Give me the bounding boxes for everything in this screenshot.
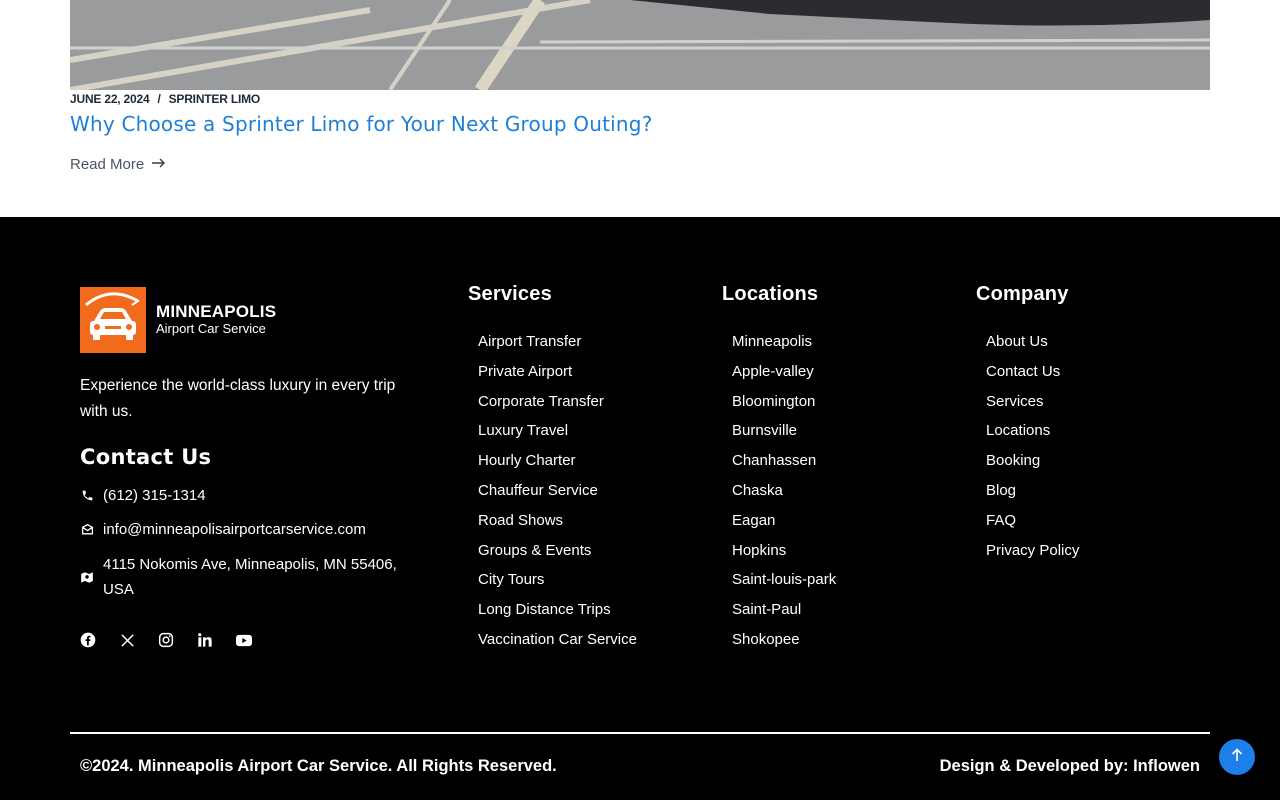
footer-link-hopkins[interactable]: Hopkins [732, 541, 836, 571]
facebook-icon[interactable] [80, 632, 96, 648]
phone-number: (612) 315-1314 [103, 487, 206, 504]
post-category[interactable]: SPRINTER LIMO [169, 92, 261, 106]
logo-text: MINNEAPOLIS Airport Car Service [156, 303, 276, 337]
footer-link-chaska[interactable]: Chaska [732, 481, 836, 511]
footer-link-airport-transfer[interactable]: Airport Transfer [478, 332, 637, 362]
scroll-to-top-button[interactable] [1219, 739, 1255, 775]
logo-tagline: Airport Car Service [156, 321, 266, 336]
meta-separator: / [157, 92, 161, 106]
footer-link-city-tours[interactable]: City Tours [478, 570, 637, 600]
youtube-icon[interactable] [236, 632, 252, 648]
footer-link-minneapolis[interactable]: Minneapolis [732, 332, 836, 362]
services-heading: Services [468, 283, 552, 305]
arrow-up-icon [1231, 747, 1243, 767]
footer-link-eagan[interactable]: Eagan [732, 511, 836, 541]
read-more-label: Read More [70, 155, 145, 173]
footer-link-corporate-transfer[interactable]: Corporate Transfer [478, 392, 637, 422]
footer-link-bloomington[interactable]: Bloomington [732, 392, 836, 422]
footer-link-contact-us[interactable]: Contact Us [986, 362, 1079, 392]
footer-link-shokopee[interactable]: Shokopee [732, 630, 836, 660]
locations-list: Minneapolis Apple-valley Bloomington Bur… [722, 332, 836, 660]
footer-link-chauffeur-service[interactable]: Chauffeur Service [478, 481, 637, 511]
phone-icon [80, 483, 94, 508]
contact-phone[interactable]: (612) 315-1314 [80, 483, 206, 508]
footer-link-burnsville[interactable]: Burnsville [732, 421, 836, 451]
services-column: Services Airport Transfer Private Airpor… [468, 283, 637, 660]
post-title-link[interactable]: Why Choose a Sprinter Limo for Your Next… [70, 112, 653, 136]
logo-brand: MINNEAPOLIS [156, 302, 277, 321]
footer-link-hourly-charter[interactable]: Hourly Charter [478, 451, 637, 481]
footer-link-long-distance-trips[interactable]: Long Distance Trips [478, 600, 637, 630]
footer-divider [70, 732, 1210, 734]
locations-column: Locations Minneapolis Apple-valley Bloom… [722, 283, 836, 660]
locations-heading: Locations [722, 283, 819, 305]
company-list: About Us Contact Us Services Locations B… [976, 332, 1079, 570]
instagram-icon[interactable] [158, 632, 174, 648]
footer-link-saint-paul[interactable]: Saint-Paul [732, 600, 836, 630]
services-list: Airport Transfer Private Airport Corpora… [468, 332, 637, 660]
company-column: Company About Us Contact Us Services Loc… [976, 283, 1079, 570]
footer-link-private-airport[interactable]: Private Airport [478, 362, 637, 392]
footer-logo[interactable]: MINNEAPOLIS Airport Car Service [80, 287, 276, 353]
footer-link-services[interactable]: Services [986, 392, 1079, 422]
company-heading: Company [976, 283, 1069, 305]
footer-link-apple-valley[interactable]: Apple-valley [732, 362, 836, 392]
footer-link-vaccination-car-service[interactable]: Vaccination Car Service [478, 630, 637, 660]
footer-link-privacy-policy[interactable]: Privacy Policy [986, 541, 1079, 571]
arrow-right-icon [152, 155, 166, 173]
footer-link-locations[interactable]: Locations [986, 421, 1079, 451]
developer-credit[interactable]: Design & Developed by: Inflowen [940, 757, 1200, 776]
footer-link-chanhassen[interactable]: Chanhassen [732, 451, 836, 481]
footer-link-blog[interactable]: Blog [986, 481, 1079, 511]
copyright-text: ©2024. Minneapolis Airport Car Service. … [80, 757, 557, 775]
contact-address[interactable]: 4115 Nokomis Ave, Minneapolis, MN 55406,… [80, 552, 410, 602]
post-date: JUNE 22, 2024 [70, 92, 150, 106]
post-meta: JUNE 22, 2024 / SPRINTER LIMO [70, 92, 260, 106]
x-twitter-icon[interactable] [119, 632, 135, 648]
footer-link-road-shows[interactable]: Road Shows [478, 511, 637, 541]
contact-heading: Contact Us [80, 445, 212, 469]
footer-tagline: Experience the world-class luxury in eve… [80, 377, 396, 420]
contact-email[interactable]: info@minneapolisairportcarservice.com [80, 517, 366, 542]
street-address: 4115 Nokomis Ave, Minneapolis, MN 55406,… [103, 556, 397, 598]
footer-link-booking[interactable]: Booking [986, 451, 1079, 481]
map-icon [80, 552, 94, 602]
email-address: info@minneapolisairportcarservice.com [103, 521, 366, 538]
footer-link-about-us[interactable]: About Us [986, 332, 1079, 362]
post-featured-image[interactable] [70, 0, 1210, 90]
read-more-link[interactable]: Read More [70, 155, 166, 173]
email-icon [80, 517, 94, 542]
blog-post-card: JUNE 22, 2024 / SPRINTER LIMO Why Choose a… [0, 0, 1280, 217]
footer-link-luxury-travel[interactable]: Luxury Travel [478, 421, 637, 451]
footer-link-groups-events[interactable]: Groups & Events [478, 541, 637, 571]
site-footer: MINNEAPOLIS Airport Car Service Experien… [0, 217, 1280, 800]
car-logo-icon [80, 287, 146, 353]
social-links [80, 632, 252, 648]
footer-link-saint-louis-park[interactable]: Saint-louis-park [732, 570, 836, 600]
linkedin-icon[interactable] [197, 632, 213, 648]
footer-link-faq[interactable]: FAQ [986, 511, 1079, 541]
